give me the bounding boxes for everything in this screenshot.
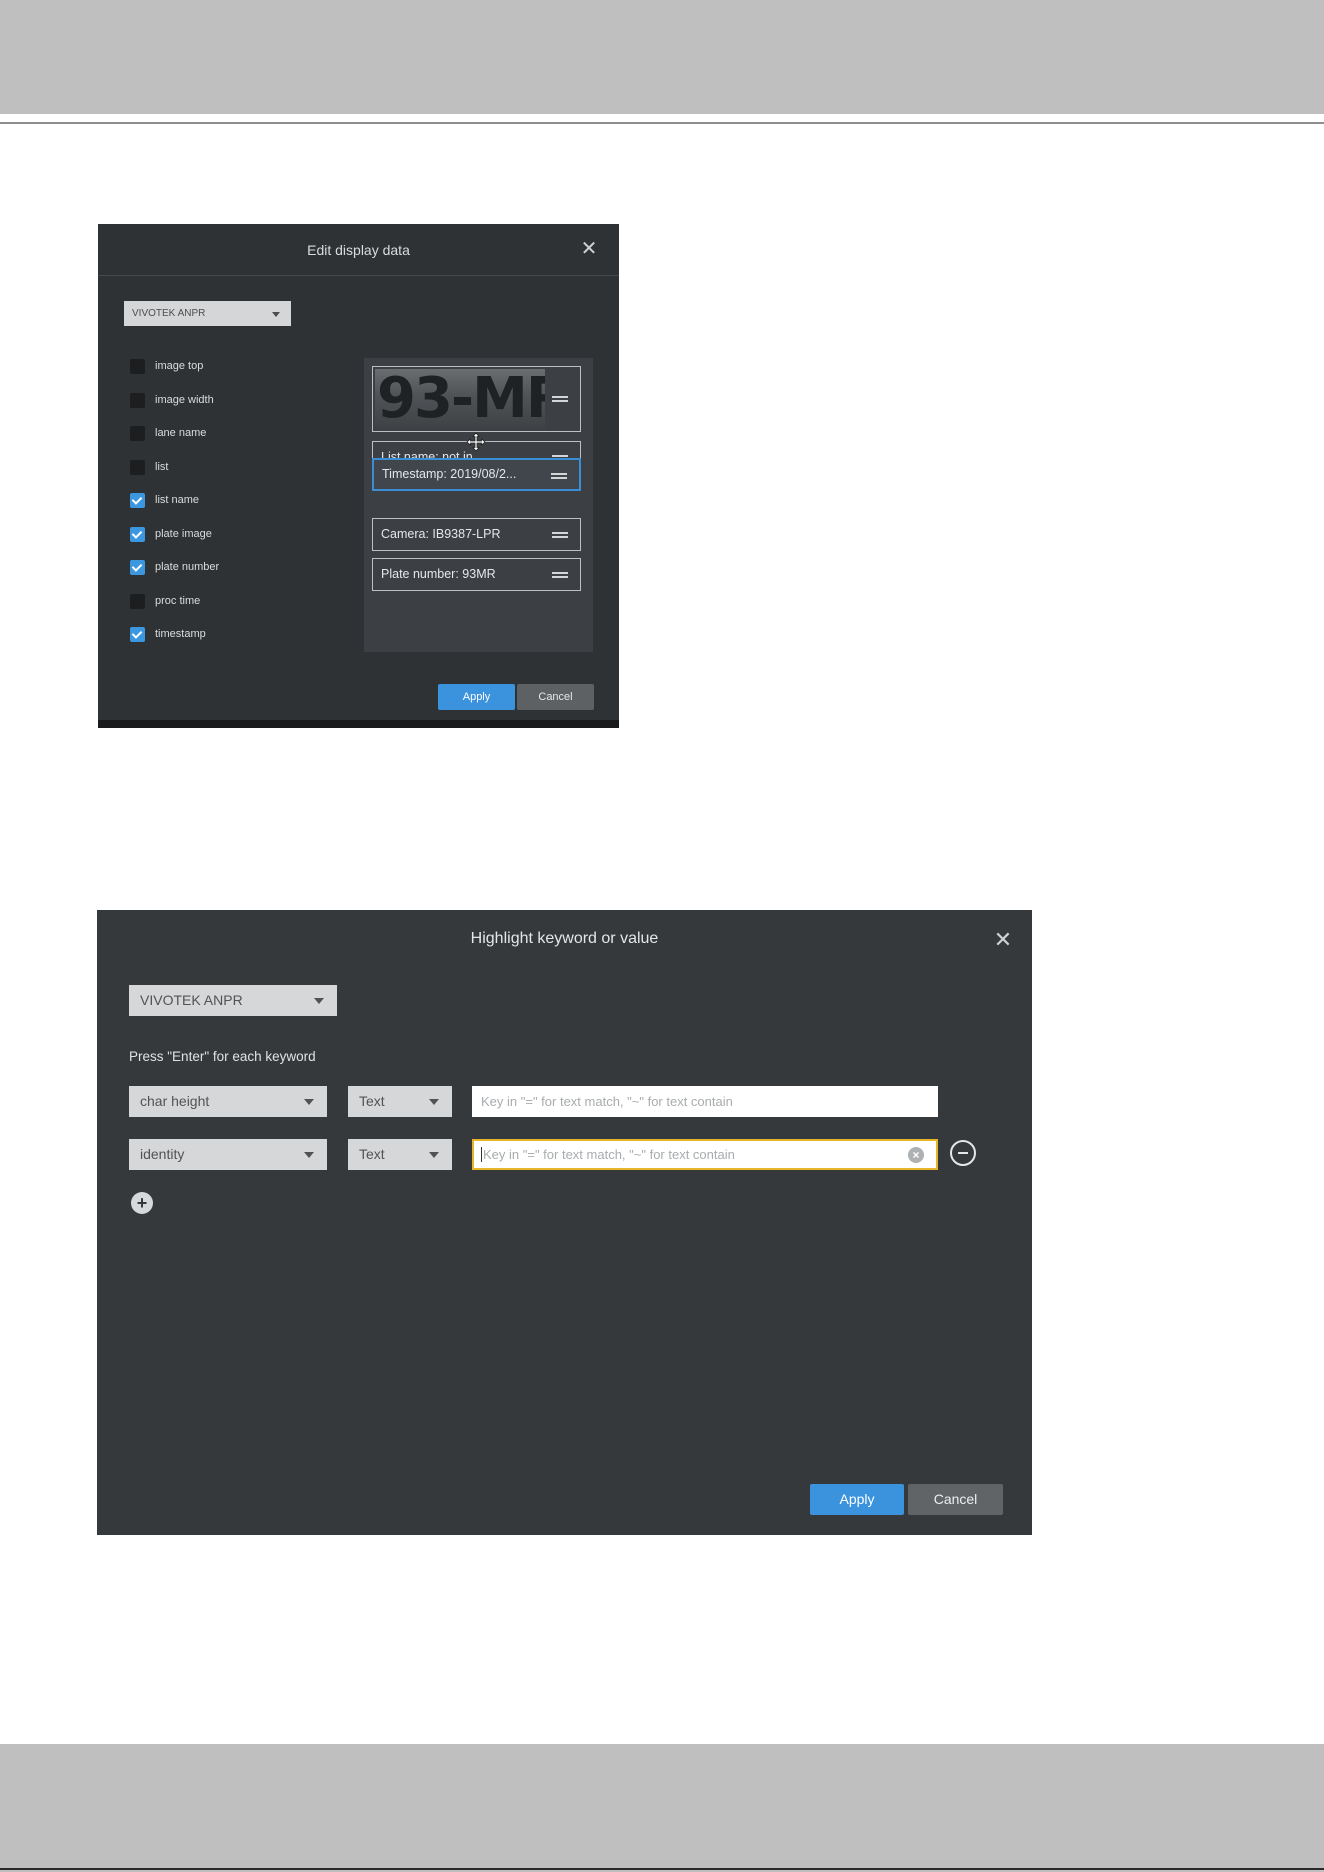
checkbox-checked[interactable] [130, 560, 145, 575]
field-item-lane-name[interactable]: lane name [130, 423, 340, 457]
add-row-icon[interactable]: + [131, 1192, 153, 1214]
field-item-image-top[interactable]: image top [130, 356, 340, 390]
keyword-input-placeholder: Key in "=" for text match, "~" for text … [481, 1094, 733, 1109]
keyword-input[interactable]: Key in "=" for text match, "~" for text … [472, 1086, 938, 1117]
keyword-hint: Press "Enter" for each keyword [129, 1049, 316, 1064]
chevron-down-icon [314, 998, 324, 1004]
field-label: plate number [155, 561, 220, 573]
field-label: timestamp [155, 628, 206, 640]
dialog-title: Edit display data [98, 224, 619, 276]
footer-divider [0, 1868, 1324, 1870]
clear-icon[interactable]: × [908, 1147, 924, 1163]
source-dropdown[interactable]: VIVOTEK ANPR [124, 301, 291, 326]
chevron-down-icon [304, 1099, 314, 1105]
preview-item-plate-number[interactable]: Plate number: 93MR [372, 558, 581, 591]
preview-item-text: Plate number: 93MR [381, 567, 496, 581]
close-icon[interactable]: ✕ [992, 929, 1014, 951]
text-cursor [481, 1147, 482, 1162]
source-dropdown-value: VIVOTEK ANPR [132, 308, 206, 319]
type-dropdown-value: Text [359, 1146, 385, 1162]
field-item-timestamp[interactable]: timestamp [130, 624, 340, 658]
checkbox[interactable] [130, 459, 145, 475]
type-dropdown[interactable]: Text [348, 1086, 452, 1117]
move-cursor-icon [466, 432, 486, 452]
dialog-title: Highlight keyword or value [470, 930, 659, 947]
plate-image: 93-MR [375, 369, 545, 429]
checkbox[interactable] [130, 593, 145, 609]
field-label: list [155, 460, 169, 473]
field-dropdown-value: identity [140, 1146, 185, 1162]
edit-display-data-dialog: Edit display data ✕ VIVOTEK ANPR image t… [98, 224, 619, 728]
cancel-button[interactable]: Cancel [908, 1484, 1003, 1515]
drag-handle-icon[interactable] [552, 396, 568, 402]
drag-handle-icon[interactable] [552, 572, 568, 578]
field-label: proc time [155, 594, 201, 607]
underlying-window-strip [98, 720, 619, 728]
field-item-list[interactable]: list [130, 457, 340, 491]
keyword-input-focused[interactable]: Key in "=" for text match, "~" for text … [472, 1139, 938, 1170]
close-icon[interactable]: ✕ [579, 239, 599, 259]
manual-page: Edit display data ✕ VIVOTEK ANPR image t… [0, 0, 1324, 1872]
remove-row-icon[interactable] [950, 1140, 976, 1166]
cancel-button[interactable]: Cancel [517, 684, 594, 710]
preview-item-text: Camera: IB9387-LPR [381, 527, 501, 541]
field-item-proc-time[interactable]: proc time [130, 591, 340, 625]
highlight-keyword-dialog: Highlight keyword or value ✕ VIVOTEK ANP… [97, 910, 1032, 1535]
page-footer-band [0, 1744, 1324, 1872]
drag-handle-icon[interactable] [551, 473, 567, 479]
field-item-plate-image[interactable]: plate image [130, 524, 340, 558]
field-dropdown-value: char height [140, 1093, 210, 1109]
type-dropdown[interactable]: Text [348, 1139, 452, 1170]
field-label: list name [155, 494, 200, 506]
preview-item-camera[interactable]: Camera: IB9387-LPR [372, 518, 581, 551]
field-checklist: image top image width lane name list lis… [130, 356, 340, 658]
preview-item-text: Timestamp: 2019/08/2... [382, 467, 517, 481]
field-label: lane name [155, 427, 207, 439]
page-header-band [0, 0, 1324, 114]
chevron-down-icon [429, 1152, 439, 1158]
field-label: image top [155, 360, 204, 372]
checkbox-checked[interactable] [130, 493, 145, 508]
source-dropdown[interactable]: VIVOTEK ANPR [129, 985, 337, 1016]
field-item-plate-number[interactable]: plate number [130, 557, 340, 591]
preview-item-timestamp-dragging[interactable]: Timestamp: 2019/08/2... [372, 458, 581, 491]
checkbox[interactable] [130, 392, 145, 408]
field-dropdown[interactable]: identity [129, 1139, 327, 1170]
field-label: image width [155, 393, 214, 406]
chevron-down-icon [272, 312, 280, 317]
apply-button[interactable]: Apply [438, 684, 515, 710]
checkbox-checked[interactable] [130, 627, 145, 642]
drag-handle-icon[interactable] [552, 532, 568, 538]
field-item-list-name[interactable]: list name [130, 490, 340, 524]
checkbox[interactable] [130, 426, 145, 441]
keyword-input-placeholder: Key in "=" for text match, "~" for text … [483, 1147, 735, 1162]
source-dropdown-value: VIVOTEK ANPR [140, 992, 243, 1008]
chevron-down-icon [429, 1099, 439, 1105]
checkbox-checked[interactable] [130, 526, 145, 542]
apply-button[interactable]: Apply [810, 1484, 904, 1515]
plate-image-text: 93-MR [377, 369, 545, 429]
field-item-image-width[interactable]: image width [130, 390, 340, 424]
preview-item-plate-image[interactable]: 93-MR [372, 366, 581, 432]
type-dropdown-value: Text [359, 1093, 385, 1109]
field-label: plate image [155, 527, 212, 540]
checkbox[interactable] [130, 359, 145, 374]
display-preview-panel: 93-MR List name: not in Timestamp: 2019/… [364, 358, 593, 652]
chevron-down-icon [304, 1152, 314, 1158]
header-divider [0, 122, 1324, 124]
field-dropdown[interactable]: char height [129, 1086, 327, 1117]
